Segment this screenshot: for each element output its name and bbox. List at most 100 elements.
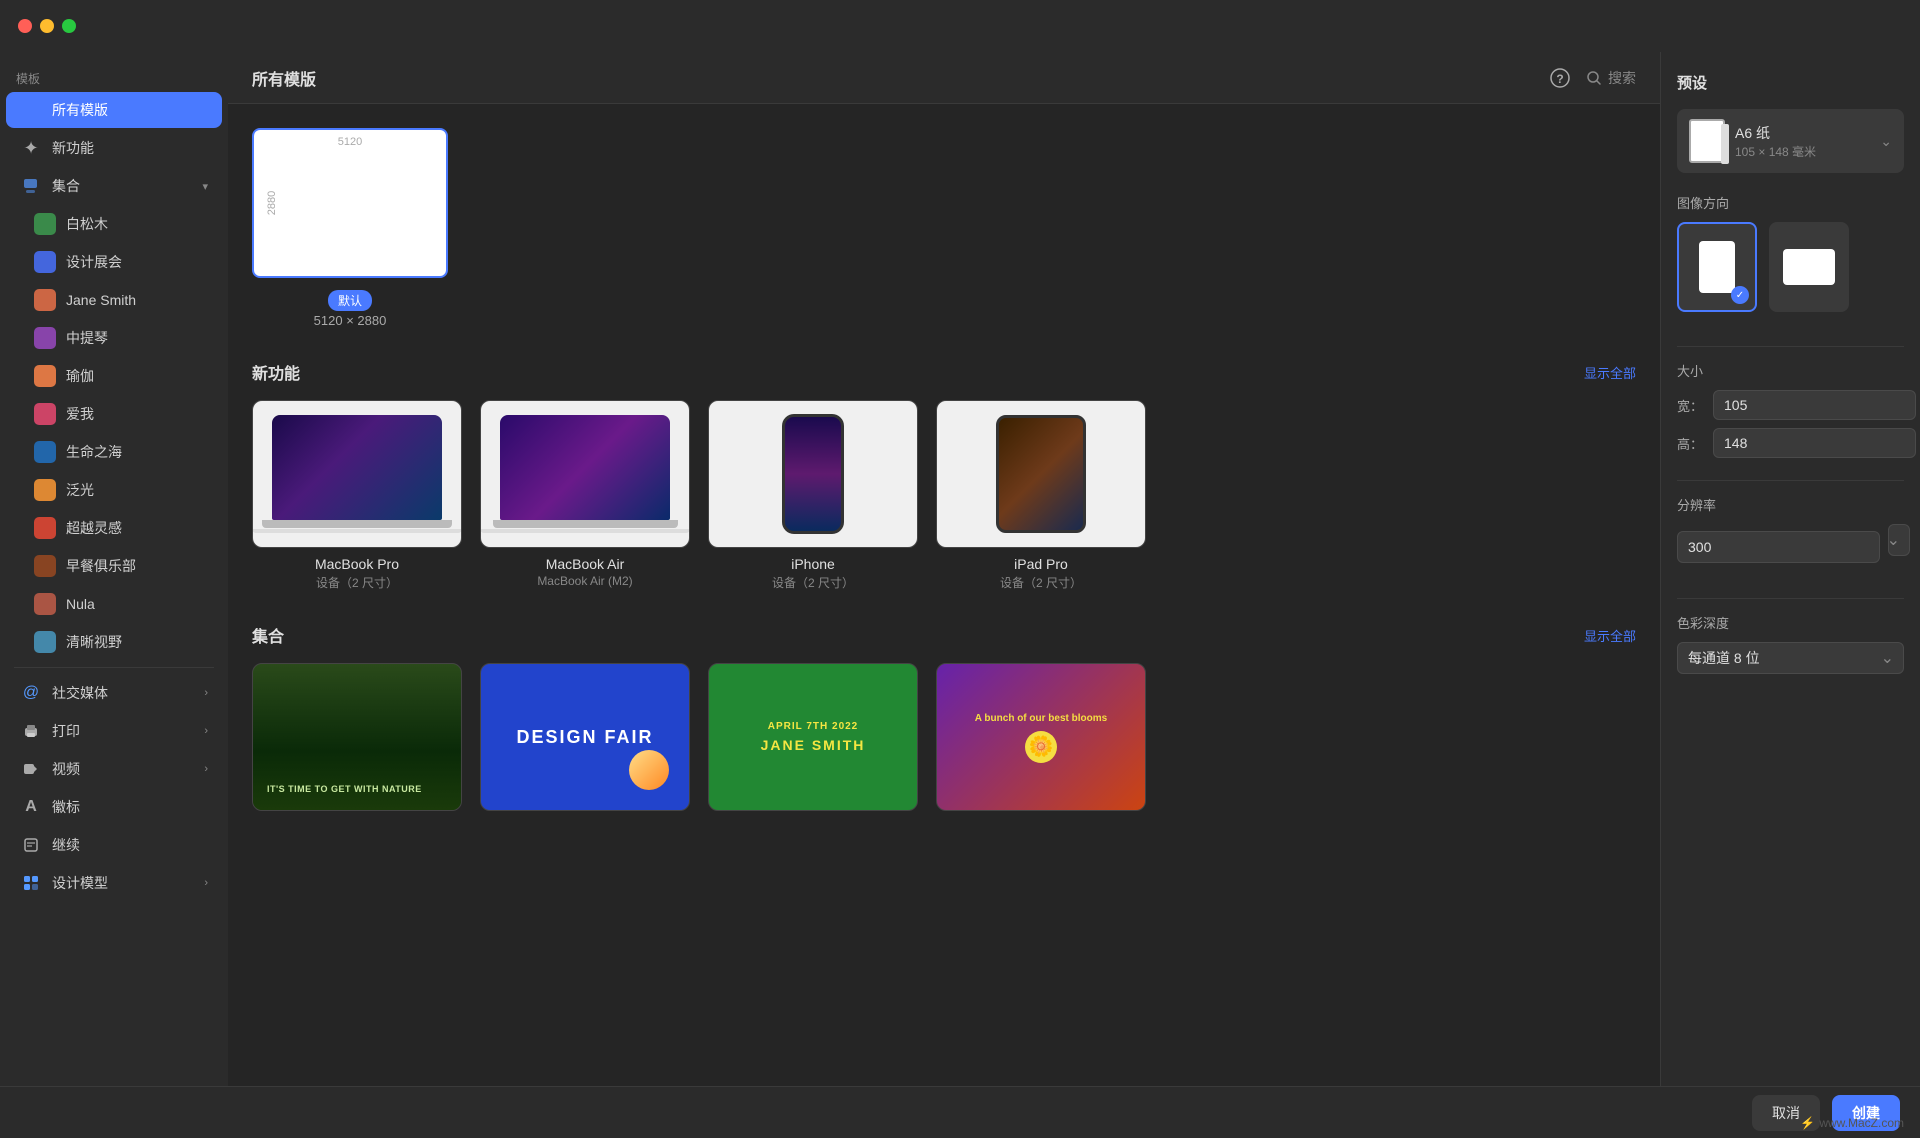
size-height-row: 高：	[1677, 428, 1904, 458]
color-depth-select[interactable]: 每通道 8 位 每通道 16 位 每通道 32 位	[1677, 642, 1904, 674]
sidebar-item-new-feature[interactable]: ✦ 新功能	[6, 130, 222, 166]
macbook-pro-screen	[272, 415, 442, 520]
sidebar-item-all-templates[interactable]: 所有模版	[6, 92, 222, 128]
width-input[interactable]	[1713, 390, 1916, 420]
sidebar-item-video[interactable]: 视频 ›	[6, 751, 222, 787]
collection-card-blooms[interactable]: A bunch of our best blooms 🌼	[936, 663, 1146, 819]
template-card-iphone[interactable]: iPhone 设备（2 尺寸）	[708, 400, 918, 591]
traffic-lights	[18, 19, 76, 33]
sidebar-item-sparkle[interactable]: 泛光	[6, 472, 222, 508]
sidebar-continue-label: 继续	[52, 835, 80, 855]
preset-chevron-icon: ⌄	[1880, 133, 1892, 150]
resolution-label: 分辨率	[1677, 495, 1904, 514]
print-chevron-icon: ›	[204, 725, 208, 737]
collection-grid: IT'S TIME TO GET WITH NATURE DESIGN FAIR	[252, 663, 1636, 819]
panel-divider-1	[1677, 346, 1904, 347]
sparkle-avatar	[34, 479, 56, 501]
sidebar-item-jane-smith[interactable]: Jane Smith	[6, 282, 222, 318]
sidebar-item-transcend[interactable]: 超越灵感	[6, 510, 222, 546]
new-feature-header: 新功能 显示全部	[252, 360, 1636, 384]
content-scroll[interactable]: 5120 2880 默认 5120 × 2880 新功能 显示全部	[228, 104, 1660, 1086]
sidebar-item-breakfast[interactable]: 早餐俱乐部	[6, 548, 222, 584]
collection-chevron-icon: ▾	[202, 180, 208, 193]
nula-avatar	[34, 593, 56, 615]
sidebar-item-badge[interactable]: A 徽标	[6, 789, 222, 825]
close-button[interactable]	[18, 19, 32, 33]
bottom-bar: 取消 创建	[0, 1086, 1920, 1138]
new-feature-show-all[interactable]: 显示全部	[1584, 363, 1636, 382]
preset-dropdown[interactable]: A6 纸 105 × 148 毫米 ⌄	[1677, 109, 1904, 173]
sidebar-sparkle-label: 泛光	[66, 480, 94, 500]
collection-show-all[interactable]: 显示全部	[1584, 626, 1636, 645]
fullscreen-button[interactable]	[62, 19, 76, 33]
sidebar-design-fair-label: 设计展会	[66, 252, 122, 272]
sidebar-item-print[interactable]: 打印 ›	[6, 713, 222, 749]
sidebar-item-nula[interactable]: Nula	[6, 586, 222, 622]
iphone-sub: 设备（2 尺寸）	[708, 574, 918, 591]
sidebar-transcend-label: 超越灵感	[66, 518, 122, 538]
default-template-thumb[interactable]: 5120 2880	[252, 128, 448, 278]
watermark: ⚡ www.MacZ.com	[1800, 1116, 1904, 1130]
sidebar-item-ocean[interactable]: 生命之海	[6, 434, 222, 470]
portrait-button[interactable]: ✓	[1677, 222, 1757, 312]
template-card-macbook-pro[interactable]: MacBook Pro 设备（2 尺寸）	[252, 400, 462, 591]
breakfast-avatar	[34, 555, 56, 577]
jane-smith-avatar	[34, 289, 56, 311]
video-icon	[20, 758, 42, 780]
ipad-thumb	[936, 400, 1146, 548]
sidebar-section-label: 模板	[0, 62, 228, 91]
width-label: 宽：	[1677, 396, 1705, 415]
new-feature-title: 新功能	[252, 360, 300, 384]
resolution-unit-select[interactable]: 像素/英寸 像素/厘米	[1888, 524, 1910, 556]
content-area: 所有模版 ? 搜索	[228, 52, 1660, 1086]
sidebar-item-collection[interactable]: 集合 ▾	[6, 168, 222, 204]
nature-thumb: IT'S TIME TO GET WITH NATURE	[252, 663, 462, 811]
sidebar-print-label: 打印	[52, 721, 80, 741]
video-chevron-icon: ›	[204, 763, 208, 775]
sidebar-jane-smith-label: Jane Smith	[66, 292, 136, 308]
help-button[interactable]: ?	[1550, 68, 1570, 88]
macbook-pro-name: MacBook Pro	[252, 556, 462, 572]
macbook-pro-sub: 设备（2 尺寸）	[252, 574, 462, 591]
resolution-unit-wrapper: 像素/英寸 像素/厘米	[1888, 524, 1910, 556]
template-card-macbook-air[interactable]: MacBook Air MacBook Air (M2)	[480, 400, 690, 591]
transcend-avatar	[34, 517, 56, 539]
sidebar-item-design-fair[interactable]: 设计展会	[6, 244, 222, 280]
design-model-chevron-icon: ›	[204, 877, 208, 889]
sidebar-item-clear-vision[interactable]: 清晰视野	[6, 624, 222, 660]
watermark-icon: ⚡	[1800, 1116, 1815, 1130]
template-card-ipad-pro[interactable]: iPad Pro 设备（2 尺寸）	[936, 400, 1146, 591]
minimize-button[interactable]	[40, 19, 54, 33]
collection-header: 集合 显示全部	[252, 623, 1636, 647]
app-body: 模板 所有模版 ✦ 新功能	[0, 52, 1920, 1086]
panel-title: 预设	[1677, 72, 1904, 93]
sidebar: 模板 所有模版 ✦ 新功能	[0, 52, 228, 1086]
height-input[interactable]	[1713, 428, 1916, 458]
default-height-label: 2880	[266, 191, 278, 215]
panel-divider-3	[1677, 598, 1904, 599]
new-feature-section: 新功能 显示全部	[252, 360, 1636, 591]
design-fair-avatar	[34, 251, 56, 273]
sidebar-all-templates-label: 所有模版	[52, 100, 108, 120]
sidebar-social-media-label: 社交媒体	[52, 683, 108, 703]
sidebar-divider-1	[14, 667, 214, 668]
preset-dims: 105 × 148 毫米	[1735, 143, 1870, 160]
sidebar-item-love-me[interactable]: 爱我	[6, 396, 222, 432]
sidebar-item-design-model[interactable]: 设计模型 ›	[6, 865, 222, 901]
sidebar-item-viola[interactable]: 中提琴	[6, 320, 222, 356]
collection-card-april[interactable]: APRIL 7TH 2022 JANE SMITH	[708, 663, 918, 819]
sidebar-item-continue[interactable]: 继续	[6, 827, 222, 863]
clear-vision-avatar	[34, 631, 56, 653]
sidebar-design-model-label: 设计模型	[52, 873, 108, 893]
collection-card-nature[interactable]: IT'S TIME TO GET WITH NATURE	[252, 663, 462, 819]
resolution-input[interactable]	[1677, 531, 1880, 563]
iphone-thumb	[708, 400, 918, 548]
landscape-button[interactable]	[1769, 222, 1849, 312]
badge-icon: A	[20, 796, 42, 818]
search-bar[interactable]: 搜索	[1586, 68, 1636, 88]
sidebar-item-baisongmu[interactable]: 白松木	[6, 206, 222, 242]
sidebar-item-social-media[interactable]: @ 社交媒体 ›	[6, 675, 222, 711]
default-template-section: 5120 2880 默认 5120 × 2880	[252, 128, 1636, 328]
sidebar-item-yoga[interactable]: 瑜伽	[6, 358, 222, 394]
collection-card-design-fair[interactable]: DESIGN FAIR	[480, 663, 690, 819]
